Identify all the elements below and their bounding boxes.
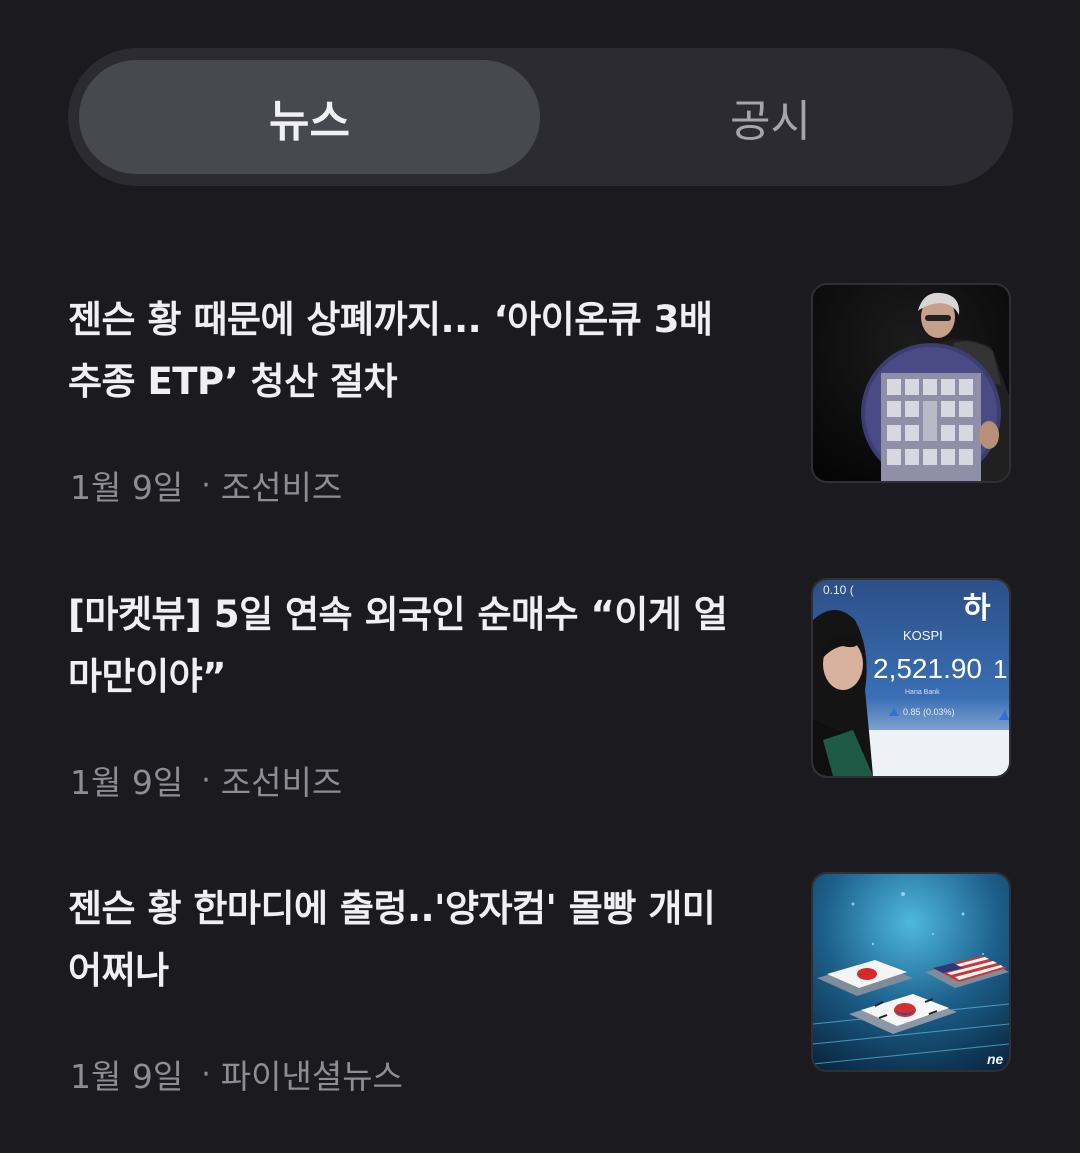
news-thumbnail[interactable] [811, 283, 1011, 483]
bank-name-text: Hana Bank [905, 689, 940, 696]
news-item[interactable]: 젠슨 황 때문에 상폐까지... ‘아이온큐 3배 추종 ETP’ 청산 절차 … [68, 283, 1013, 509]
news-meta: 1월 9일 · 조선비즈 [70, 461, 342, 509]
news-meta: 1월 9일 · 파이낸셜뉴스 [70, 1050, 403, 1098]
news-date: 1월 9일 [70, 468, 184, 507]
news-date: 1월 9일 [70, 1057, 184, 1096]
news-meta: 1월 9일 · 조선비즈 [70, 756, 342, 804]
kospi-label: KOSPI [903, 628, 943, 643]
watermark-text: ne [987, 1051, 1004, 1067]
kospi-board-image: 0.10 ( 하 KOSPI 2,521.90 1, Hana Bank 0.8… [813, 580, 1009, 776]
separator-dot: · [201, 467, 211, 503]
kospi-value: 2,521.90 [873, 653, 982, 684]
chip-wafer-presenter-image [813, 285, 1009, 481]
tab-disclosure[interactable]: 공시 [540, 60, 1001, 174]
news-disclosure-toggle: 뉴스 공시 [68, 48, 1013, 186]
separator-dot: · [201, 1056, 211, 1092]
news-headline: 젠슨 황 때문에 상폐까지... ‘아이온큐 3배 추종 ETP’ 청산 절차 [68, 298, 713, 403]
news-item[interactable]: [마켓뷰] 5일 연속 외국인 순매수 “이게 얼마만이야” 1월 9일 · 조… [68, 578, 1013, 804]
news-source: 조선비즈 [220, 468, 343, 507]
kospi-partial-value: 1, [993, 654, 1009, 684]
news-headline: 젠슨 황 한마디에 출렁..'양자컴' 몰빵 개미 어쩌나 [68, 887, 716, 992]
news-thumbnail[interactable]: ne [811, 872, 1011, 1072]
news-thumbnail[interactable]: 0.10 ( 하 KOSPI 2,521.90 1, Hana Bank 0.8… [811, 578, 1011, 778]
kospi-change: 0.85 (0.03%) [903, 707, 955, 717]
bank-logo-text: 하 [963, 592, 991, 625]
flag-chips-image: ne [813, 874, 1009, 1070]
board-corner-text: 0.10 ( [823, 583, 854, 597]
news-item[interactable]: 젠슨 황 한마디에 출렁..'양자컴' 몰빵 개미 어쩌나 1월 9일 · 파이… [68, 872, 1013, 1098]
news-headline: [마켓뷰] 5일 연속 외국인 순매수 “이게 얼마만이야” [68, 593, 728, 698]
news-source: 조선비즈 [220, 763, 343, 802]
news-source: 파이낸셜뉴스 [220, 1057, 403, 1096]
news-date: 1월 9일 [70, 763, 184, 802]
separator-dot: · [201, 762, 211, 798]
tab-news[interactable]: 뉴스 [79, 60, 540, 174]
